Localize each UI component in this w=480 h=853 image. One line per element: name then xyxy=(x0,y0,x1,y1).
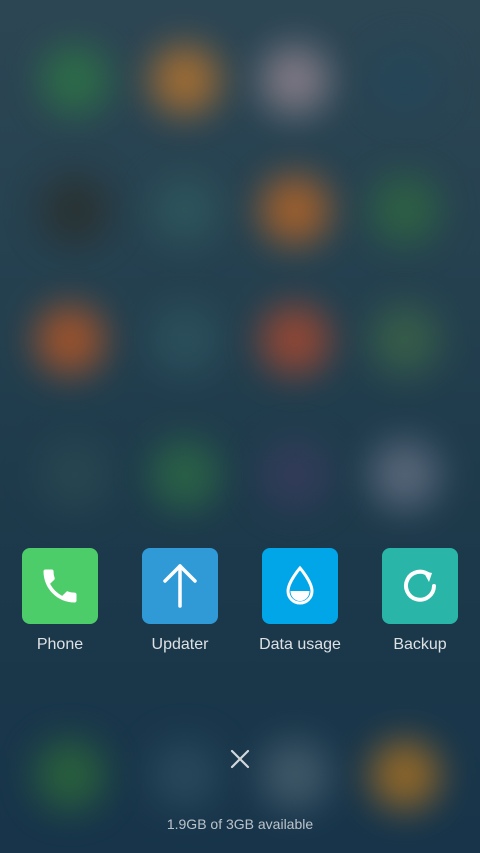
water-drop-icon xyxy=(262,548,338,624)
app-label: Backup xyxy=(393,636,447,653)
recent-apps-row: Phone Updater Data usage Backup xyxy=(0,548,480,658)
app-label: Data usage xyxy=(259,636,341,653)
storage-status: 1.9GB of 3GB available xyxy=(166,816,314,832)
app-updater[interactable]: Updater xyxy=(120,548,240,654)
arrow-up-icon xyxy=(142,548,218,624)
refresh-icon xyxy=(382,548,458,624)
app-backup[interactable]: Backup xyxy=(360,548,480,654)
close-icon[interactable] xyxy=(226,745,254,773)
app-data-usage[interactable]: Data usage xyxy=(240,548,360,654)
phone-icon xyxy=(22,548,98,624)
app-label: Updater xyxy=(151,636,209,653)
app-phone[interactable]: Phone xyxy=(0,548,120,654)
app-label: Phone xyxy=(36,636,84,653)
